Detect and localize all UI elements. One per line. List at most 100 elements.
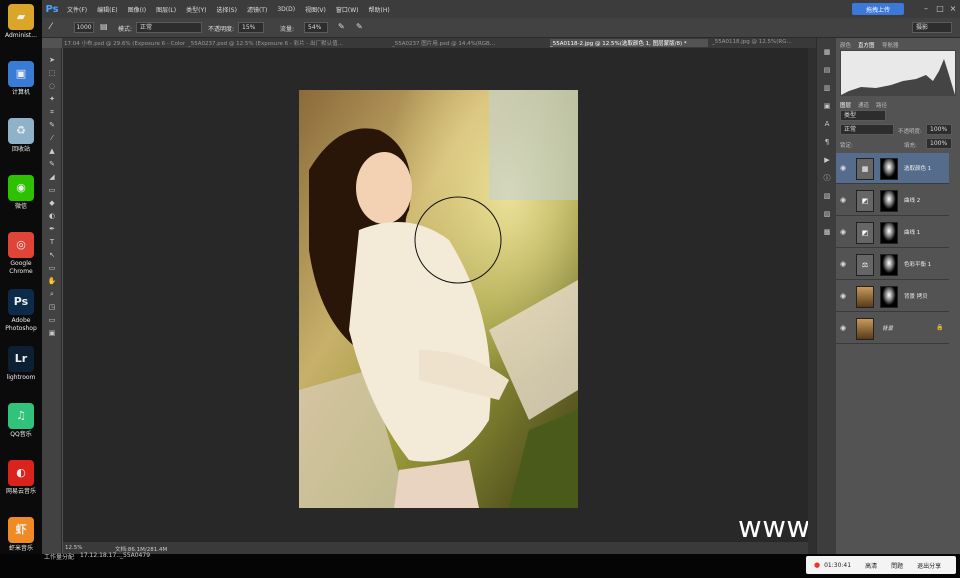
close-icon[interactable]: ×: [947, 3, 959, 14]
crop-tool-icon[interactable]: ⌗: [47, 108, 57, 116]
layer-mask-thumbnail[interactable]: [880, 222, 898, 244]
brush-tool-icon[interactable]: ⁄: [50, 22, 52, 32]
tab-channels[interactable]: 通道: [858, 101, 869, 109]
menu-item[interactable]: 图像(I): [123, 5, 151, 14]
dock-panel-icon[interactable]: ⓘ: [822, 174, 832, 183]
layer-row[interactable]: ◉ ◩ 曲线 2: [836, 185, 949, 216]
menu-item[interactable]: 编辑(E): [92, 5, 122, 14]
desktop-item[interactable]: ▰ Administ...: [0, 4, 42, 40]
desktop-item[interactable]: ▣ 计算机: [0, 61, 42, 97]
maximize-icon[interactable]: □: [934, 3, 946, 14]
shape-tool-icon[interactable]: ▭: [47, 264, 57, 272]
mask-tool-icon[interactable]: ▭: [47, 316, 57, 324]
brush-panel-icon[interactable]: ▤: [100, 22, 108, 31]
tab-color[interactable]: 颜色: [840, 41, 851, 49]
menu-item[interactable]: 选择(S): [211, 5, 242, 14]
tab-histogram[interactable]: 直方图: [858, 41, 875, 49]
document-tab[interactable]: 17.04 小布.psd @ 29.6% (Exposure 6 - Color…: [64, 39, 186, 47]
tab-layers[interactable]: 图层: [840, 101, 851, 109]
desktop-item[interactable]: ♫ QQ音乐: [0, 403, 42, 439]
mode-select[interactable]: 正常: [136, 22, 202, 33]
desktop-item[interactable]: ♻ 回收站: [0, 118, 42, 154]
color-tool-icon[interactable]: ◳: [47, 303, 57, 311]
desktop-item[interactable]: Lr lightroom: [0, 346, 42, 382]
document-tab[interactable]: _55A0118-2.jpg @ 12.5%(选取颜色 1, 图层蒙版/8) *: [550, 39, 708, 47]
zoom-tool-icon[interactable]: ⌕: [47, 290, 57, 298]
menu-item[interactable]: 滤镜(T): [242, 5, 272, 14]
menu-item[interactable]: 帮助(H): [364, 5, 395, 14]
flow-field[interactable]: 54%: [304, 22, 328, 33]
layer-mask-thumbnail[interactable]: [880, 286, 898, 308]
menu-item[interactable]: 视图(V): [300, 5, 331, 14]
layer-row[interactable]: ◉ 背景 拷贝: [836, 281, 949, 312]
move-tool-icon[interactable]: ➤: [47, 56, 57, 64]
document-tab[interactable]: _55A0237.psd @ 12.5% (Exposure 6 - 彩片 - …: [188, 39, 388, 47]
layer-mask-thumbnail[interactable]: [880, 254, 898, 276]
tab-paths[interactable]: 路径: [876, 101, 887, 109]
menu-item[interactable]: 3D(D): [272, 6, 300, 13]
menu-item[interactable]: 类型(Y): [181, 5, 211, 14]
hand-tool-icon[interactable]: ✋: [47, 277, 57, 285]
layer-row[interactable]: ◉ ▦ 选取颜色 1: [836, 153, 949, 184]
drag-upload-button[interactable]: 拖拽上传: [852, 3, 904, 15]
layer-row[interactable]: ◉ ◩ 曲线 1: [836, 217, 949, 248]
quick-select-tool-icon[interactable]: ✦: [47, 95, 57, 103]
dodge-tool-icon[interactable]: ◐: [47, 212, 57, 220]
minimize-icon[interactable]: –: [920, 3, 932, 14]
path-select-tool-icon[interactable]: ↖: [47, 251, 57, 259]
eyedropper-tool-icon[interactable]: ✎: [47, 121, 57, 129]
desktop-item[interactable]: 虾虾米音乐: [0, 517, 42, 553]
dock-panel-icon[interactable]: ▶: [822, 156, 832, 165]
eye-icon[interactable]: ◉: [840, 292, 846, 300]
blend-mode-select[interactable]: 正常: [840, 124, 894, 135]
vertical-scrollbar[interactable]: [808, 48, 816, 554]
zoom-level[interactable]: 12.5%: [65, 545, 82, 551]
airbrush-icon[interactable]: ✎: [338, 22, 345, 31]
eye-icon[interactable]: ◉: [840, 260, 846, 268]
dock-panel-icon[interactable]: ¶: [822, 138, 832, 147]
eye-icon[interactable]: ◉: [840, 164, 846, 172]
type-tool-icon[interactable]: T: [47, 238, 57, 246]
issue-button[interactable]: 問题: [891, 561, 903, 570]
desktop-item[interactable]: ◐ 网易云音乐: [0, 460, 42, 496]
history-brush-tool-icon[interactable]: ✎: [47, 160, 57, 168]
desktop-item[interactable]: ◉ 微信: [0, 175, 42, 211]
layer-kind-filter[interactable]: 类型: [840, 110, 886, 121]
layer-opacity-field[interactable]: 100%: [926, 124, 952, 135]
eye-icon[interactable]: ◉: [840, 324, 846, 332]
brush-size-field[interactable]: 1000: [74, 22, 94, 33]
quality-button[interactable]: 高清: [865, 561, 877, 570]
opacity-field[interactable]: 15%: [238, 22, 264, 33]
pressure-icon[interactable]: ✎: [356, 22, 363, 31]
eye-icon[interactable]: ◉: [840, 196, 846, 204]
layer-mask-thumbnail[interactable]: [880, 158, 898, 180]
screen-mode-tool-icon[interactable]: ▣: [47, 329, 57, 337]
menu-item[interactable]: 文件(F): [62, 5, 92, 14]
workspace-select[interactable]: 摄影: [912, 22, 952, 33]
exit-share-button[interactable]: 退出分享: [917, 561, 941, 570]
dock-panel-icon[interactable]: ▣: [822, 102, 832, 111]
layer-row[interactable]: ◉ ⚖ 色彩平衡 1: [836, 249, 949, 280]
dock-panel-icon[interactable]: ▩: [822, 228, 832, 237]
menu-item[interactable]: 图层(L): [151, 5, 181, 14]
eraser-tool-icon[interactable]: ◢: [47, 173, 57, 181]
gradient-tool-icon[interactable]: ▭: [47, 186, 57, 194]
fill-field[interactable]: 100%: [926, 138, 952, 149]
tab-navigator[interactable]: 导航器: [882, 41, 899, 49]
marquee-tool-icon[interactable]: ⬚: [47, 69, 57, 77]
blur-tool-icon[interactable]: ◆: [47, 199, 57, 207]
dock-panel-icon[interactable]: ▥: [822, 84, 832, 93]
pen-tool-icon[interactable]: ✒: [47, 225, 57, 233]
desktop-item[interactable]: ◎ Google Chrome: [0, 232, 42, 276]
brush-tool-icon[interactable]: ⁄: [47, 134, 57, 142]
dock-panel-icon[interactable]: A: [822, 120, 832, 129]
lasso-tool-icon[interactable]: ◌: [47, 82, 57, 90]
dock-panel-icon[interactable]: ▦: [822, 48, 832, 57]
desktop-item[interactable]: Ps Adobe Photoshop: [0, 289, 42, 333]
dock-panel-icon[interactable]: ▤: [822, 66, 832, 75]
dock-panel-icon[interactable]: ▨: [822, 210, 832, 219]
menu-item[interactable]: 窗口(W): [331, 5, 364, 14]
eye-icon[interactable]: ◉: [840, 228, 846, 236]
document-tab[interactable]: _55A0118.jpg @ 12.5%(RG...: [712, 39, 812, 45]
layer-row[interactable]: ◉ 🔒 背景: [836, 313, 949, 344]
